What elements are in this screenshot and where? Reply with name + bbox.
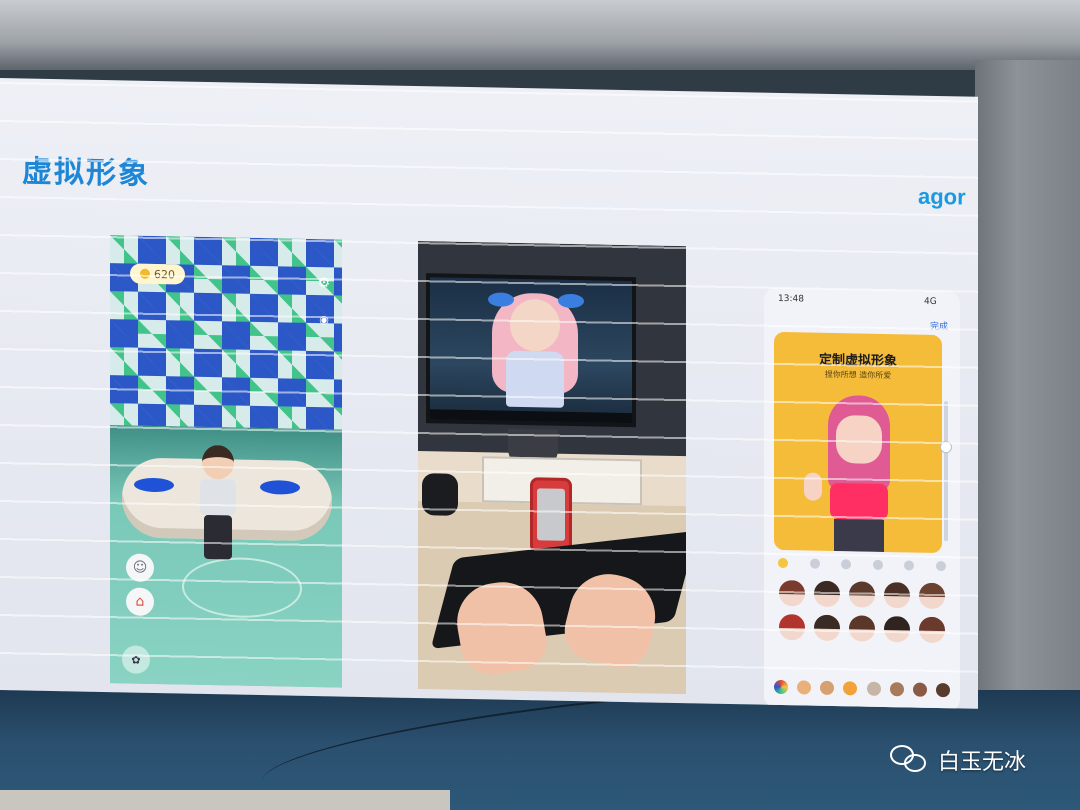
hairstyle-option[interactable] xyxy=(919,616,946,644)
color-swatches xyxy=(774,679,950,698)
avatar-legs xyxy=(204,514,232,560)
hairstyle-option[interactable] xyxy=(813,614,840,642)
face-icon[interactable] xyxy=(778,557,788,569)
home-icon[interactable]: ⌂ xyxy=(126,587,154,616)
game-screenshot: 620 ⚙ ◉ ☺ ⌂ ✿ xyxy=(110,235,342,688)
desk-photo xyxy=(418,241,686,695)
hairstyle-option[interactable] xyxy=(848,615,875,642)
color-swatch[interactable] xyxy=(843,681,858,696)
hairstyle-grid xyxy=(774,579,950,644)
color-swatch[interactable] xyxy=(866,681,881,696)
monitor-taskbar xyxy=(430,409,632,424)
avatar-shirt xyxy=(830,482,888,521)
avatar-waving-hand xyxy=(804,472,822,501)
projection-screen: 虚拟形象 agor 620 ⚙ ◉ ☺ ⌂ ✿ 13:48 4G 完成 定制虚拟… xyxy=(0,78,978,709)
brow-icon[interactable] xyxy=(904,560,915,571)
settings-gear-icon[interactable]: ⚙ xyxy=(310,269,338,298)
speaker xyxy=(422,473,458,516)
color-swatch[interactable] xyxy=(797,680,812,695)
size-slider[interactable] xyxy=(944,401,948,542)
vtuber-face xyxy=(510,298,560,352)
color-swatch[interactable] xyxy=(889,682,904,697)
status-time: 13:48 xyxy=(778,293,804,305)
room-wall xyxy=(975,60,1080,710)
avatar-preview-card: 定制虚拟形象 捏你所想 造你所爱 xyxy=(774,331,942,554)
hairstyle-option[interactable] xyxy=(919,582,946,610)
color-swatch[interactable] xyxy=(820,680,835,696)
hairstyle-option[interactable] xyxy=(778,613,805,641)
room-ceiling xyxy=(0,0,1080,70)
color-swatch[interactable] xyxy=(935,682,950,698)
avatar-head xyxy=(202,444,234,480)
hairstyle-option[interactable] xyxy=(884,615,911,643)
phone-avatar-ui: 13:48 4G 完成 定制虚拟形象 捏你所想 造你所爱 xyxy=(764,287,960,709)
red-phone xyxy=(530,477,572,554)
agora-logo: agor xyxy=(918,183,966,210)
hairstyle-option[interactable] xyxy=(848,581,875,608)
profile-icon[interactable]: ☺ xyxy=(126,553,154,582)
category-toolbar xyxy=(778,557,946,575)
avatar-face xyxy=(836,415,882,464)
vtuber-dress xyxy=(506,350,564,408)
color-wheel-icon[interactable] xyxy=(774,679,788,695)
status-signal: 4G xyxy=(924,296,937,307)
avatar-3d xyxy=(196,444,238,564)
hairstyle-option[interactable] xyxy=(884,581,911,609)
slide-title: 虚拟形象 xyxy=(22,154,150,192)
mouth-icon[interactable] xyxy=(872,559,883,570)
hairstyle-option[interactable] xyxy=(813,580,840,608)
zoom-icon[interactable]: ◉ xyxy=(310,305,338,334)
eyes-icon[interactable] xyxy=(809,558,820,569)
slider-knob[interactable] xyxy=(940,441,952,454)
coin-icon xyxy=(140,268,150,279)
color-swatch[interactable] xyxy=(912,682,927,697)
monitor xyxy=(426,273,636,428)
done-button[interactable]: 完成 xyxy=(930,319,948,332)
nose-icon[interactable] xyxy=(841,559,852,570)
hairstyle-option[interactable] xyxy=(778,579,805,607)
avatar-shirt xyxy=(200,478,236,516)
menu-icon[interactable]: ✿ xyxy=(122,645,150,674)
brush-icon[interactable] xyxy=(935,560,946,572)
card-title: 定制虚拟形象 xyxy=(818,352,897,370)
wechat-icon xyxy=(890,745,930,775)
vtuber-ribbon xyxy=(488,292,514,307)
account-name: 白玉无冰 xyxy=(938,750,1027,775)
watermark: 白玉无冰 xyxy=(890,744,1026,776)
card-subtitle: 捏你所想 造你所爱 xyxy=(824,369,892,381)
phone-camera-view xyxy=(537,488,565,541)
avatar-pants xyxy=(834,519,884,552)
coin-count: 620 xyxy=(154,267,175,281)
vtuber-ribbon xyxy=(558,293,584,309)
floor-strip xyxy=(0,790,450,810)
coin-counter: 620 xyxy=(130,263,185,285)
